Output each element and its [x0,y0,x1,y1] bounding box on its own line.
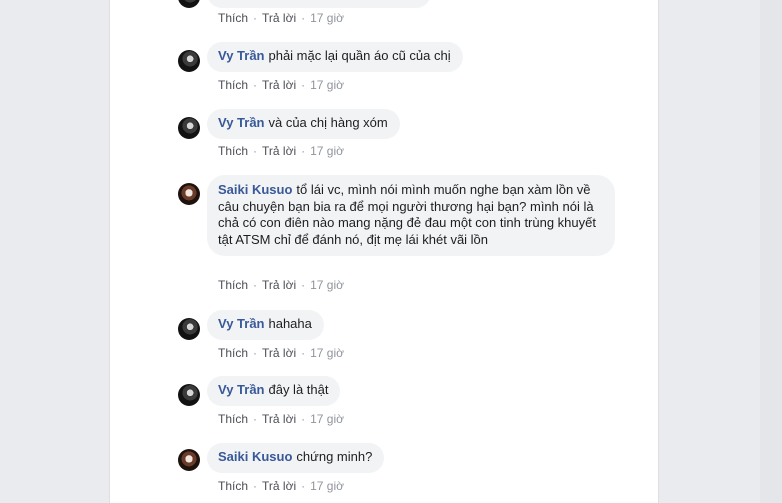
like-link[interactable]: Thích [218,78,248,92]
comment-time[interactable]: 17 giờ [310,412,344,426]
comment-text: và của chị hàng xóm [268,115,388,130]
comment-text: hahaha [268,316,312,331]
like-link[interactable]: Thích [218,278,248,292]
comment-bubble: Saiki Kusuo chứng minh? [207,443,385,473]
comment-author[interactable]: Vy Trần [218,48,264,63]
reply-link[interactable]: Trả lời [262,278,296,292]
separator: · [253,78,258,92]
comment-text: phải mặc lại quần áo cũ của chị [268,48,451,63]
comment-bubble: Vy Trần và của chị hàng xóm [207,109,400,139]
separator: · [253,479,258,493]
comment-author[interactable]: Vy Trần [218,115,264,130]
reply-link[interactable]: Trả lời [262,11,296,25]
like-link[interactable]: Thích [218,11,248,25]
separator: · [253,144,258,158]
vy-avatar[interactable] [178,50,200,72]
comment-actions: Thích · Trả lời · 17 giờ [218,479,344,493]
comment-author[interactable]: Vy Trần [218,382,264,397]
separator: · [301,11,306,25]
like-link[interactable]: Thích [218,144,248,158]
comment-time[interactable]: 17 giờ [310,11,344,25]
separator: · [301,412,306,426]
comment-bubble [207,0,431,8]
comment-actions: Thích · Trả lời · 17 giờ [218,144,344,158]
scrollbar-track[interactable] [760,0,782,503]
separator: · [301,78,306,92]
reply-link[interactable]: Trả lời [262,412,296,426]
separator: · [253,11,258,25]
like-link[interactable]: Thích [218,412,248,426]
comment-time[interactable]: 17 giờ [310,346,344,360]
comment-time[interactable]: 17 giờ [310,144,344,158]
vy-avatar[interactable] [178,0,200,8]
separator: · [301,144,306,158]
reply-link[interactable]: Trả lời [262,78,296,92]
separator: · [301,479,306,493]
separator: · [253,412,258,426]
reply-link[interactable]: Trả lời [262,144,296,158]
vy-avatar[interactable] [178,318,200,340]
comment-bubble: Saiki Kusuo tổ lái vc, mình nói mình muốn… [207,175,615,256]
comment-bubble: Vy Trần phải mặc lại quần áo cũ của chị [207,42,463,72]
saiki-avatar[interactable] [178,449,200,471]
reply-link[interactable]: Trả lời [262,479,296,493]
comment-author[interactable]: Vy Trần [218,316,264,331]
vy-avatar[interactable] [178,384,200,406]
like-link[interactable]: Thích [218,346,248,360]
comment-actions: Thích · Trả lời · 17 giờ [218,78,344,92]
comment-author[interactable]: Saiki Kusuo [218,449,292,464]
reply-link[interactable]: Trả lời [262,346,296,360]
vy-avatar[interactable] [178,117,200,139]
comment-time[interactable]: 17 giờ [310,278,344,292]
saiki-avatar[interactable] [178,183,200,205]
like-link[interactable]: Thích [218,479,248,493]
comment-bubble: Vy Trần đây là thật [207,376,341,406]
comment-bubble: Vy Trần hahaha [207,310,324,340]
comments-panel: Thích · Trả lời · 17 giờ Vy Trần phải mặc lại… [109,0,659,503]
comment-actions: Thích · Trả lời · 17 giờ [218,346,344,360]
separator: · [301,278,306,292]
separator: · [253,346,258,360]
comment-author[interactable]: Saiki Kusuo [218,182,292,197]
separator: · [301,346,306,360]
comment-time[interactable]: 17 giờ [310,78,344,92]
comment-actions: Thích · Trả lời · 17 giờ [218,278,344,292]
comment-time[interactable]: 17 giờ [310,479,344,493]
comment-text: đây là thật [268,382,329,397]
comment-actions: Thích · Trả lời · 17 giờ [218,412,344,426]
separator: · [253,278,258,292]
comment-text: chứng minh? [296,449,373,464]
comment-actions: Thích · Trả lời · 17 giờ [218,11,344,25]
